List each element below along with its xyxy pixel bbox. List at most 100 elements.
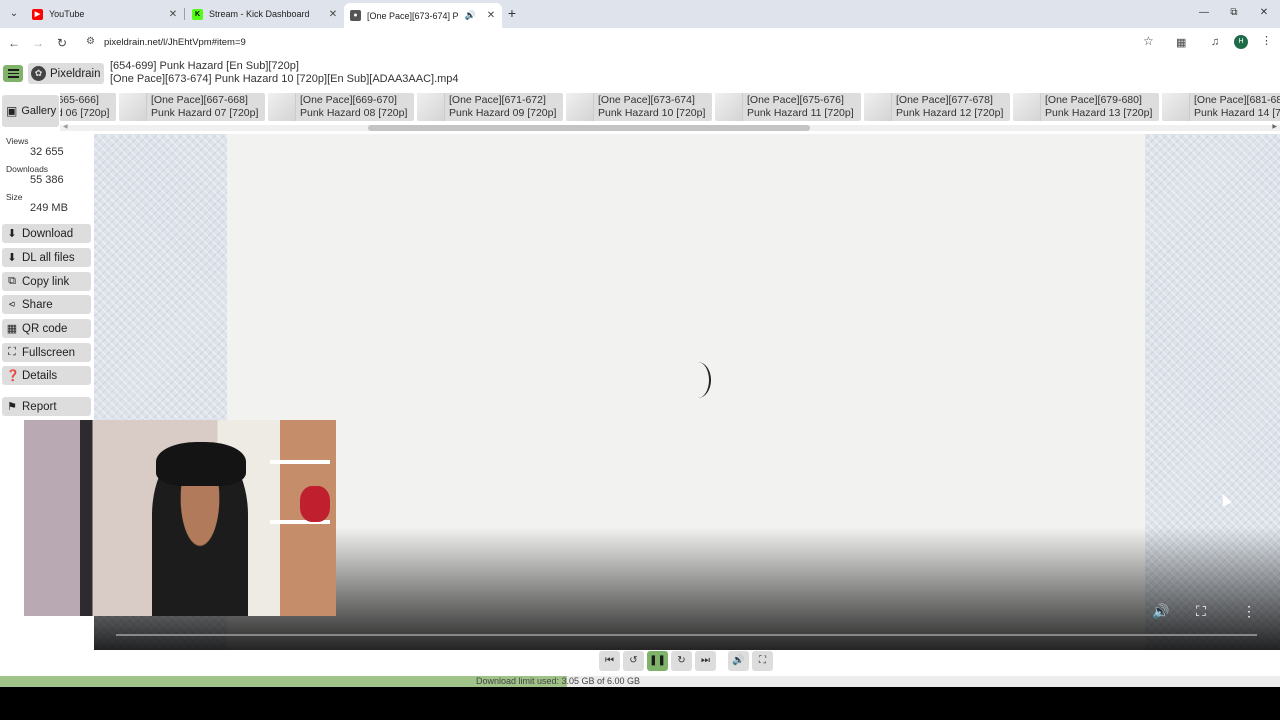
gallery-item[interactable]: [One Pace][665-666] Punk Hazard 06 [720p… [60, 93, 116, 121]
site-info-icon[interactable]: ⚙ [86, 36, 95, 47]
fullscreen-button[interactable]: ⛶ Fullscreen [2, 343, 91, 362]
gallery-button[interactable]: ▣ Gallery [2, 95, 59, 127]
scrollbar-thumb[interactable] [368, 125, 810, 131]
forward-icon[interactable]: → [28, 33, 48, 53]
file-title: [One Pace][673-674] Punk Hazard 10 [720p… [110, 73, 459, 85]
browser-tab-kick[interactable]: K Stream - Kick Dashboard ✕ [186, 3, 344, 25]
address-bar[interactable]: ⚙ pixeldrain.net/l/JhEhtVpm#item=9 ☆ [80, 31, 1170, 54]
downloads-value: 55 386 [30, 174, 64, 186]
qr-code-button[interactable]: ▦ QR code [2, 319, 91, 338]
gallery-item[interactable]: [One Pace][671-672] Punk Hazard 09 [720p… [417, 93, 563, 121]
views-value: 32 655 [30, 146, 64, 158]
details-button[interactable]: ❓ Details [2, 366, 91, 385]
browser-menu-icon[interactable]: ⋮ [1261, 34, 1272, 47]
copy-link-button[interactable]: ⧉ Copy link [2, 272, 91, 291]
mute-icon[interactable]: 🔊 [728, 651, 749, 671]
download-button[interactable]: ⬇ Download [2, 224, 91, 243]
gallery-thumbnail [566, 93, 594, 121]
more-vert-icon[interactable]: ⋮ [1242, 603, 1256, 620]
tab-close-icon[interactable]: ✕ [166, 9, 180, 20]
tab-search-chevron-icon[interactable]: ⌄ [4, 4, 24, 24]
help-icon: ❓ [6, 370, 20, 382]
tab-title: YouTube [49, 9, 85, 19]
gallery-item[interactable]: [One Pace][667-668] Punk Hazard 07 [720p… [119, 93, 265, 121]
gallery-icon: ▣ [6, 104, 18, 118]
profile-avatar[interactable]: H [1234, 35, 1248, 49]
seek-bar[interactable] [116, 634, 1257, 636]
tab-close-icon[interactable]: ✕ [484, 10, 498, 21]
share-label: Share [22, 298, 53, 311]
download-icon: ⬇ [7, 228, 17, 240]
scroll-right-icon[interactable]: ▶ [1272, 123, 1277, 130]
fullscreen-icon: ⛶ [8, 346, 16, 358]
back-icon[interactable]: ← [4, 33, 24, 53]
hamburger-menu-icon[interactable] [3, 65, 23, 82]
gallery-thumbnail [864, 93, 892, 121]
pixeldrain-favicon-icon: ● [350, 10, 361, 21]
gallery-label: Gallery [21, 105, 57, 117]
kick-favicon-icon: K [192, 8, 203, 20]
download-limit-text: Download limit used: 3.05 GB of 6.00 GB [475, 676, 641, 686]
gallery-item[interactable]: [One Pace][677-678] Punk Hazard 12 [720p… [864, 93, 1010, 121]
gallery-item-label: [One Pace][669-670] Punk Hazard 08 [720p… [300, 94, 408, 119]
scroll-left-icon[interactable]: ◀ [63, 123, 68, 130]
previous-icon[interactable]: ⏮ [599, 651, 620, 671]
size-value: 249 MB [30, 202, 68, 214]
browser-tab-pixeldrain[interactable]: ● [One Pace][673-674] Punk Hazard 🔊 ✕ [344, 3, 502, 28]
download-limit-bar: Download limit used: 3.05 GB of 6.00 GB [0, 676, 1280, 687]
fullscreen-toggle-icon[interactable]: ⛶ [752, 651, 773, 671]
gallery-item[interactable]: [One Pace][681-682] Punk Hazard 14 [720p… [1162, 93, 1280, 121]
loading-spinner-icon [685, 362, 711, 398]
gallery-thumbnail [1013, 93, 1041, 121]
pixeldrain-logo-icon: ✿ [31, 66, 46, 81]
flag-icon: ⚑ [7, 401, 17, 413]
gallery-item[interactable]: [One Pace][673-674] Punk Hazard 10 [720p… [566, 93, 712, 121]
share-button[interactable]: ⪦ Share [2, 295, 91, 314]
gallery-thumbnail [268, 93, 296, 121]
tab-close-icon[interactable]: ✕ [326, 9, 340, 20]
gallery-item[interactable]: [One Pace][675-676] Punk Hazard 11 [720p… [715, 93, 861, 121]
gallery-item-label: [One Pace][671-672] Punk Hazard 09 [720p… [449, 94, 557, 119]
extensions-icon[interactable]: ▦ [1176, 36, 1186, 49]
share-icon: ⪦ [8, 298, 16, 310]
pause-button[interactable]: ❚❚ [647, 651, 668, 671]
volume-icon[interactable]: 🔊 [1152, 603, 1169, 620]
gallery-item[interactable]: [One Pace][669-670] Punk Hazard 08 [720p… [268, 93, 414, 121]
views-label: Views [6, 136, 29, 146]
browser-tab-bar: ⌄ ▶ YouTube ✕ K Stream - Kick Dashboard … [0, 0, 1280, 28]
file-titles: [654-699] Punk Hazard [En Sub][720p] [On… [110, 60, 459, 86]
gallery-item-label: [One Pace][665-666] Punk Hazard 06 [720p… [60, 94, 110, 119]
report-button[interactable]: ⚑ Report [2, 397, 91, 416]
media-controls-icon[interactable]: ♫ [1211, 36, 1219, 48]
list-title: [654-699] Punk Hazard [En Sub][720p] [110, 60, 299, 72]
downloads-label: Downloads [6, 164, 49, 174]
tab-title: [One Pace][673-674] Punk Hazard [367, 10, 459, 21]
copy-icon: ⧉ [8, 275, 16, 287]
gallery-strip: [One Pace][665-666] Punk Hazard 06 [720p… [60, 93, 1280, 121]
next-icon[interactable]: ⏭ [695, 651, 716, 671]
url-text[interactable]: pixeldrain.net/l/JhEhtVpm#item=9 [104, 37, 246, 48]
gallery-scrollbar[interactable]: ◀ ▶ [60, 123, 1280, 131]
browser-tab-youtube[interactable]: ▶ YouTube ✕ [26, 3, 184, 25]
reload-icon[interactable]: ↻ [52, 33, 72, 53]
window-close-icon[interactable]: ✕ [1250, 4, 1278, 22]
gallery-item-label: [One Pace][675-676] Punk Hazard 11 [720p… [747, 94, 854, 119]
restore-icon[interactable]: ⧉ [1220, 4, 1248, 22]
download-label: Download [22, 227, 74, 240]
tab-title: Stream - Kick Dashboard [209, 9, 310, 19]
dl-all-files-button[interactable]: ⬇ DL all files [2, 248, 91, 267]
minimize-icon[interactable]: — [1190, 4, 1218, 22]
details-label: Details [22, 369, 58, 382]
pixeldrain-home-button[interactable]: ✿ Pixeldrain [28, 63, 104, 84]
new-tab-button[interactable]: + [504, 5, 520, 21]
forward-icon[interactable]: ↻ [671, 651, 692, 671]
youtube-favicon-icon: ▶ [32, 8, 43, 20]
bookmark-star-icon[interactable]: ☆ [1143, 34, 1154, 48]
fullscreen-icon[interactable]: ⛶ [1196, 603, 1206, 620]
gallery-item-label: [One Pace][667-668] Punk Hazard 07 [720p… [151, 94, 259, 119]
tab-audio-icon[interactable]: 🔊 [465, 10, 476, 21]
report-label: Report [22, 400, 57, 413]
gallery-item[interactable]: [One Pace][679-680] Punk Hazard 13 [720p… [1013, 93, 1159, 121]
rewind-icon[interactable]: ↺ [623, 651, 644, 671]
download-icon: ⬇ [7, 252, 17, 264]
